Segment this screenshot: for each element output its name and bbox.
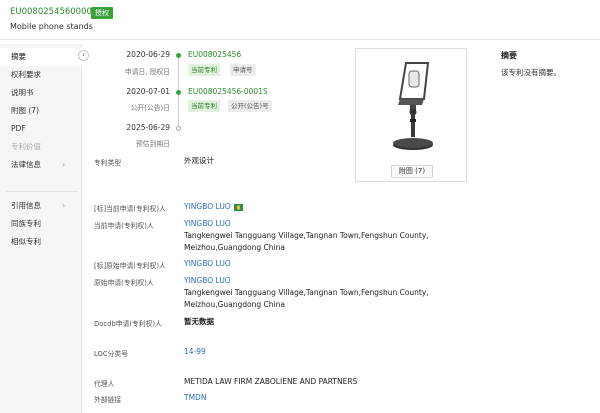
sidebar-nav: 摘要 权利要求 说明书 附图 (7) PDF 专利价值 法律信息 › 引用信息 … (0, 44, 82, 413)
phone-stand-image (393, 62, 433, 150)
tag-current-patent: 当前专利 (188, 100, 220, 112)
collapse-sidebar-button[interactable]: ‹ (78, 50, 89, 61)
std-current-applicant-link[interactable]: YINGBO LUO (184, 201, 243, 213)
abstract-text: 该专利没有摘要。 (501, 68, 561, 77)
timeline-date: 2020-06-29 (126, 50, 170, 59)
sidebar-item-citations[interactable]: 引用信息 › (0, 197, 82, 215)
page-header: EU008025456000015 授权 Mobile phone stands (0, 0, 600, 40)
current-applicant-address-line1: Tangkengwei Tangguang Village,Tangnan To… (184, 231, 429, 240)
timeline-date: 2020-07-01 (126, 87, 170, 96)
agent-label: 代理人 (94, 380, 115, 388)
timeline-label: 申请日, 授权日 (124, 68, 170, 76)
timeline-label: 预估到期日 (136, 140, 170, 148)
original-applicant-address-line1: Tangkengwei Tangguang Village,Tangnan To… (184, 288, 429, 297)
tag-publication-number: 公开(公告)号 (228, 100, 272, 112)
sidebar-item-family[interactable]: 同族专利 (0, 215, 82, 233)
std-current-applicant-name: YINGBO LUO (184, 202, 231, 211)
original-applicant-name[interactable]: YINGBO LUO (184, 275, 231, 287)
abstract-title: 摘要 (501, 51, 517, 60)
std-original-applicant-link[interactable]: YINGBO LUO (184, 258, 231, 270)
chevron-right-icon: › (62, 160, 66, 169)
tag-application-number: 申请号 (230, 64, 256, 76)
sidebar-item-similar[interactable]: 相似专利 (0, 233, 82, 251)
status-badge: 授权 (91, 7, 113, 19)
docdb-applicant-value: 暂无数据 (184, 317, 214, 326)
timeline-dot (176, 53, 181, 58)
timeline-date: 2025-06-29 (126, 123, 170, 132)
drawings-count-button[interactable]: 附图 (7) (391, 165, 433, 178)
external-link-tmdn[interactable]: TMDN (184, 392, 206, 404)
sidebar-item-drawings[interactable]: 附图 (7) (0, 102, 82, 120)
current-applicant-address-line2: Meizhou,Guangdong China (184, 243, 285, 252)
external-link-label: 外部链接 (94, 396, 122, 404)
chevron-right-icon: › (62, 201, 66, 210)
patent-type-value: 外观设计 (184, 156, 214, 165)
std-original-applicant-label: [标]原始申请(专利权)人 (94, 262, 166, 270)
timeline-label: 公开(公告)日 (130, 104, 170, 112)
loc-class-label: LOC分类号 (94, 350, 129, 358)
sidebar-item-label: 引用信息 (11, 201, 41, 210)
sidebar-item-patent-value[interactable]: 专利价值 (0, 138, 82, 156)
agent-value: METIDA LAW FIRM ZABOLIENE AND PARTNERS (184, 377, 358, 386)
original-applicant-label: 原始申请(专利权)人 (94, 279, 154, 287)
sidebar-item-legal-info[interactable]: 法律信息 › (0, 156, 82, 174)
docdb-applicant-label: Docdb申请(专利权)人 (94, 320, 162, 328)
application-number: EU008025456 (188, 50, 242, 59)
loc-class-link[interactable]: 14-99 (184, 346, 206, 358)
patent-title: Mobile phone stands (10, 22, 93, 31)
sidebar-item-pdf[interactable]: PDF (0, 120, 82, 138)
timeline-dot (176, 126, 181, 131)
timeline-dot (176, 90, 181, 95)
sidebar-item-description[interactable]: 说明书 (0, 84, 82, 102)
original-applicant-address-line2: Meizhou,Guangdong China (184, 300, 285, 309)
sidebar-item-claims[interactable]: 权利要求 (0, 66, 82, 84)
current-applicant-label: 当前申请(专利权)人 (94, 222, 154, 230)
publication-number: EU008025456000015 (10, 7, 103, 17)
publication-number-link: EU008025456-0001S (188, 87, 268, 96)
current-applicant-name[interactable]: YINGBO LUO (184, 218, 231, 230)
sidebar-divider (6, 191, 78, 192)
flag-icon (233, 203, 243, 211)
drawing-preview[interactable]: 附图 (7) (355, 48, 467, 182)
patent-type-label: 专利类型 (94, 159, 122, 167)
tag-current-patent: 当前专利 (188, 64, 220, 76)
sidebar-item-abstract[interactable]: 摘要 (0, 48, 82, 66)
sidebar-item-label: 法律信息 (11, 160, 41, 169)
std-current-applicant-label: [标]当前申请(专利权)人 (94, 205, 166, 213)
